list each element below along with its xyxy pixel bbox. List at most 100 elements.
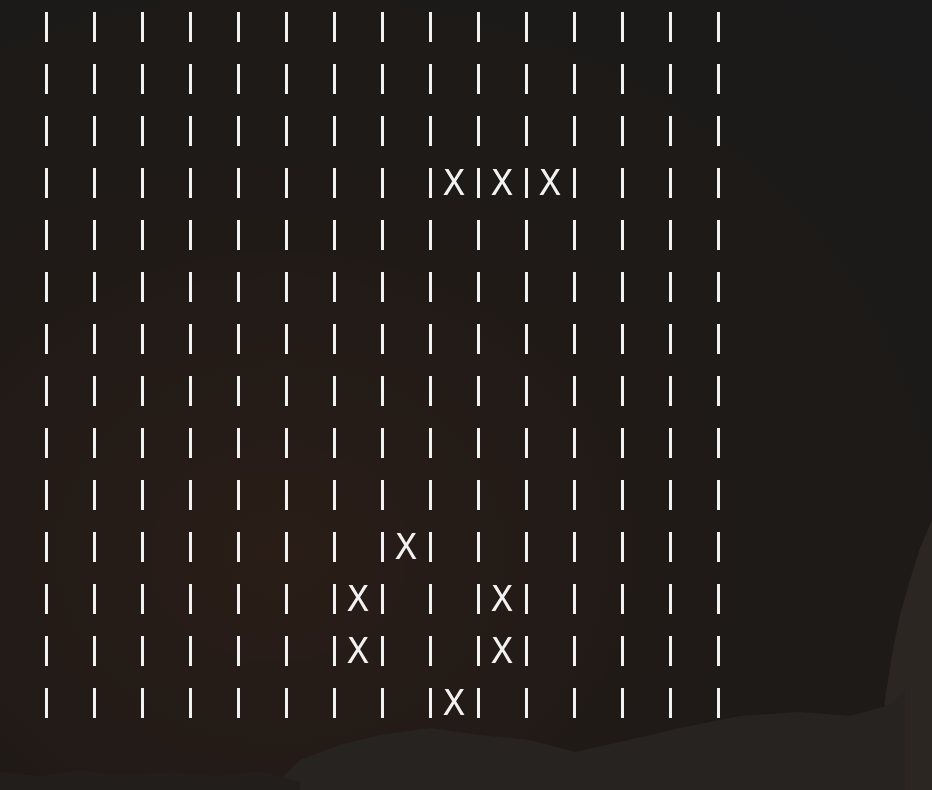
board-cell[interactable]: [238, 210, 286, 262]
board-cell[interactable]: [94, 366, 142, 418]
board-cell[interactable]: [526, 470, 574, 522]
board-cell[interactable]: [190, 262, 238, 314]
board-cell[interactable]: [142, 54, 190, 106]
board-cell[interactable]: [478, 262, 526, 314]
board-cell[interactable]: [190, 366, 238, 418]
board-cell[interactable]: [430, 210, 478, 262]
board-cell[interactable]: [478, 366, 526, 418]
board-cell[interactable]: [142, 522, 190, 574]
board-cell[interactable]: [622, 366, 670, 418]
board-cell[interactable]: [526, 626, 574, 678]
board-cell[interactable]: X: [526, 158, 574, 210]
board-cell[interactable]: [334, 366, 382, 418]
board-cell[interactable]: [382, 106, 430, 158]
board-cell[interactable]: [430, 470, 478, 522]
board-cell[interactable]: [46, 262, 94, 314]
board-cell[interactable]: [238, 522, 286, 574]
board-cell[interactable]: X: [334, 626, 382, 678]
board-cell[interactable]: [526, 366, 574, 418]
board-cell[interactable]: [46, 470, 94, 522]
board-cell[interactable]: [430, 314, 478, 366]
board-cell[interactable]: [526, 678, 574, 730]
board-cell[interactable]: [46, 418, 94, 470]
board-cell[interactable]: [238, 158, 286, 210]
board-cell[interactable]: [142, 418, 190, 470]
board-cell[interactable]: [190, 678, 238, 730]
board-cell[interactable]: [382, 678, 430, 730]
board-cell[interactable]: [478, 54, 526, 106]
board-cell[interactable]: [622, 54, 670, 106]
board-cell[interactable]: [574, 314, 622, 366]
board-cell[interactable]: [430, 2, 478, 54]
board-cell[interactable]: [334, 262, 382, 314]
board-cell[interactable]: [238, 678, 286, 730]
board-cell[interactable]: [670, 522, 718, 574]
board-cell[interactable]: [622, 522, 670, 574]
board-cell[interactable]: [94, 54, 142, 106]
board-cell[interactable]: [622, 2, 670, 54]
board-cell[interactable]: [46, 522, 94, 574]
board-cell[interactable]: [382, 158, 430, 210]
board-cell[interactable]: [334, 314, 382, 366]
board-cell[interactable]: [382, 574, 430, 626]
board-cell[interactable]: [574, 262, 622, 314]
board-cell[interactable]: [286, 54, 334, 106]
board-cell[interactable]: [286, 262, 334, 314]
board-cell[interactable]: [238, 574, 286, 626]
board-cell[interactable]: [238, 626, 286, 678]
board-cell[interactable]: [382, 314, 430, 366]
board-cell[interactable]: [574, 54, 622, 106]
board-cell[interactable]: [670, 106, 718, 158]
board-cell[interactable]: [478, 470, 526, 522]
board-cell[interactable]: [94, 470, 142, 522]
board-cell[interactable]: X: [478, 574, 526, 626]
board-cell[interactable]: [670, 2, 718, 54]
board-cell[interactable]: [46, 366, 94, 418]
board-cell[interactable]: [670, 210, 718, 262]
board-cell[interactable]: [574, 2, 622, 54]
board-cell[interactable]: [382, 366, 430, 418]
board-cell[interactable]: [478, 678, 526, 730]
board-cell[interactable]: [574, 106, 622, 158]
board-cell[interactable]: [382, 470, 430, 522]
board-cell[interactable]: [334, 470, 382, 522]
board-cell[interactable]: [142, 314, 190, 366]
board-cell[interactable]: [622, 314, 670, 366]
board-cell[interactable]: [478, 106, 526, 158]
board-cell[interactable]: [526, 522, 574, 574]
board-cell[interactable]: [382, 262, 430, 314]
board-cell[interactable]: [526, 574, 574, 626]
board-cell[interactable]: [94, 678, 142, 730]
board-cell[interactable]: [622, 574, 670, 626]
board-cell[interactable]: [622, 678, 670, 730]
board-cell[interactable]: [238, 366, 286, 418]
board-cell[interactable]: [238, 54, 286, 106]
board-cell[interactable]: [670, 574, 718, 626]
board-cell[interactable]: [94, 314, 142, 366]
board-cell[interactable]: [526, 54, 574, 106]
board-cell[interactable]: [238, 418, 286, 470]
board-cell[interactable]: [190, 158, 238, 210]
board-cell[interactable]: [46, 678, 94, 730]
board-cell[interactable]: [382, 210, 430, 262]
board-cell[interactable]: [430, 626, 478, 678]
board-cell[interactable]: [142, 262, 190, 314]
board-cell[interactable]: [670, 678, 718, 730]
board-cell[interactable]: [670, 262, 718, 314]
board-cell[interactable]: [430, 418, 478, 470]
board-cell[interactable]: X: [430, 158, 478, 210]
board-cell[interactable]: X: [478, 626, 526, 678]
board-cell[interactable]: [190, 418, 238, 470]
board-cell[interactable]: [94, 158, 142, 210]
board-cell[interactable]: [46, 210, 94, 262]
board-cell[interactable]: [238, 314, 286, 366]
board-cell[interactable]: [46, 54, 94, 106]
board-cell[interactable]: [334, 2, 382, 54]
board-cell[interactable]: [574, 210, 622, 262]
board-cell[interactable]: [94, 106, 142, 158]
board-cell[interactable]: [46, 158, 94, 210]
board-cell[interactable]: [286, 574, 334, 626]
board-cell[interactable]: [142, 366, 190, 418]
board-cell[interactable]: [574, 574, 622, 626]
board-cell[interactable]: [142, 2, 190, 54]
